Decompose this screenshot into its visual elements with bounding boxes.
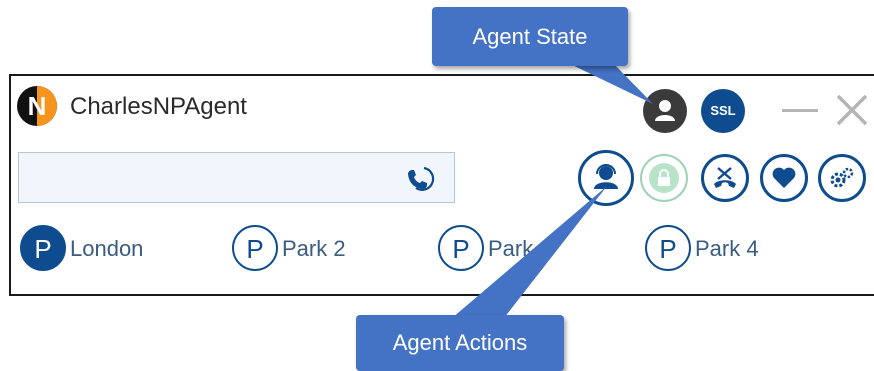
agent-state-pointer <box>566 62 653 104</box>
agent-actions-callout: Agent Actions <box>356 315 564 371</box>
agent-actions-pointer <box>452 186 607 318</box>
agent-state-callout: Agent State <box>432 7 628 66</box>
